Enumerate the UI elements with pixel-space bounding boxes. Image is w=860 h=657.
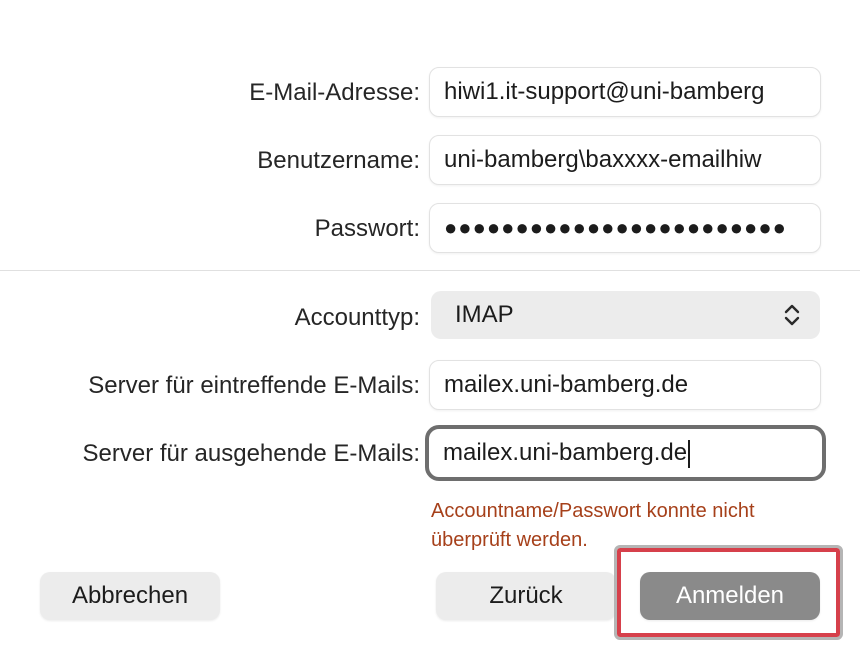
outgoing-server-field[interactable]: mailex.uni-bamberg.de	[425, 425, 826, 481]
username-label: Benutzername:	[257, 147, 420, 174]
username-value: uni-bamberg\baxxxx-emailhiw	[444, 146, 762, 173]
password-field[interactable]: ●●●●●●●●●●●●●●●●●●●●●●●●	[429, 203, 821, 253]
account-type-value: IMAP	[455, 301, 514, 328]
password-value: ●●●●●●●●●●●●●●●●●●●●●●●●	[444, 215, 787, 240]
error-message: Accountname/Passwort konnte nicht überpr…	[431, 497, 831, 555]
account-type-select[interactable]: IMAP	[431, 291, 820, 339]
section-divider	[0, 270, 860, 271]
text-caret	[688, 439, 691, 468]
chevron-up-down-icon	[784, 304, 800, 326]
username-field[interactable]: uni-bamberg\baxxxx-emailhiw	[429, 135, 821, 185]
account-type-label: Accounttyp:	[294, 304, 420, 331]
back-button[interactable]: Zurück	[436, 572, 616, 620]
email-value: hiwi1.it-support@uni-bamberg	[444, 78, 765, 105]
cancel-button[interactable]: Abbrechen	[40, 572, 220, 620]
password-label: Passwort:	[314, 215, 420, 242]
outgoing-server-value: mailex.uni-bamberg.de	[443, 439, 688, 466]
incoming-server-field[interactable]: mailex.uni-bamberg.de	[429, 360, 821, 410]
email-label: E-Mail-Adresse:	[249, 79, 420, 106]
sign-in-button[interactable]: Anmelden	[640, 572, 820, 620]
email-field[interactable]: hiwi1.it-support@uni-bamberg	[429, 67, 821, 117]
outgoing-server-label: Server für ausgehende E-Mails:	[82, 440, 421, 467]
incoming-server-label: Server für eintreffende E-Mails:	[88, 372, 420, 399]
error-line-1: Accountname/Passwort konnte nicht	[431, 500, 755, 522]
incoming-server-value: mailex.uni-bamberg.de	[444, 371, 689, 398]
